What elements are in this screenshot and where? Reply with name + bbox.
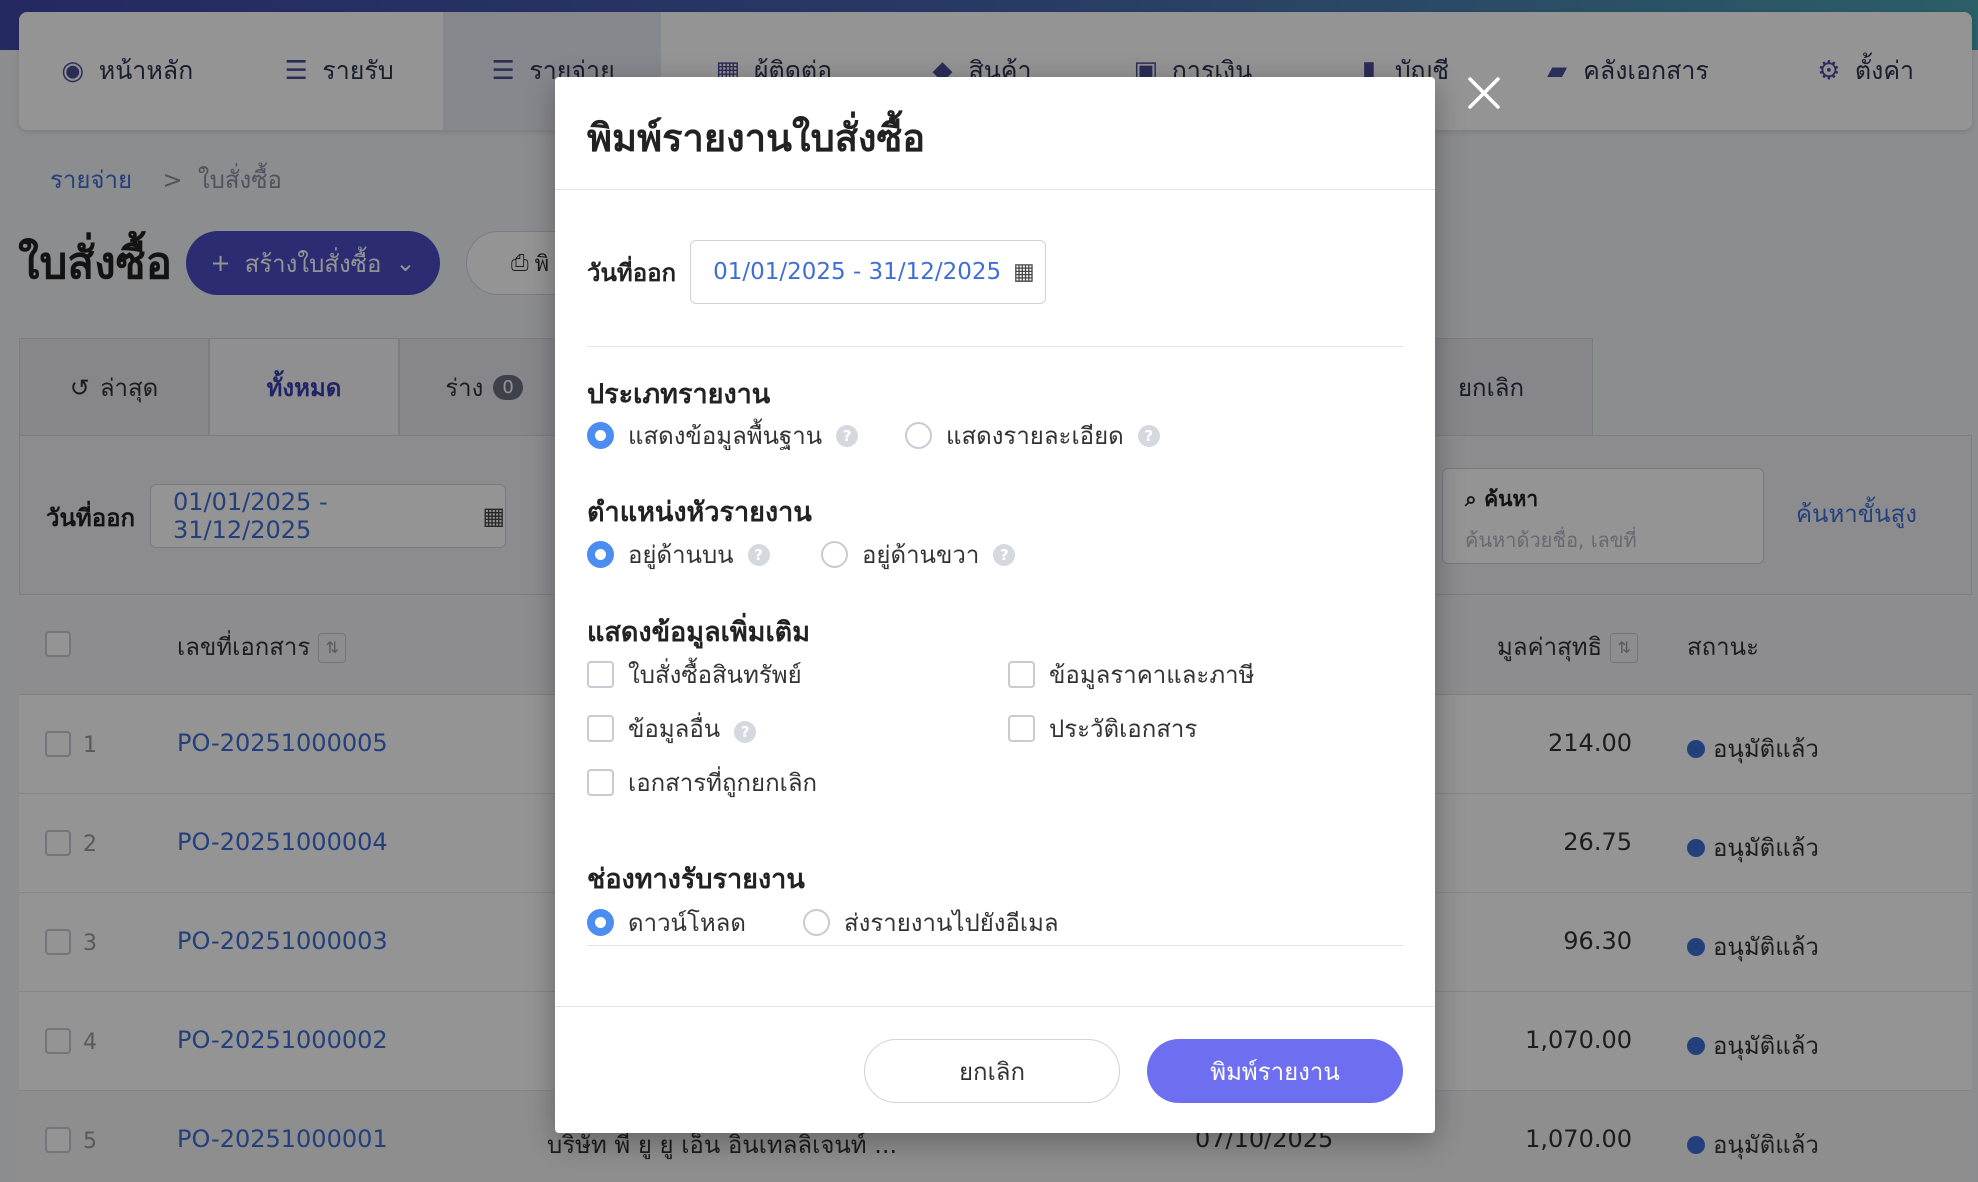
issue-date-label: วันที่ออก [587, 258, 677, 287]
option-label: อยู่ด้านขวา [862, 541, 980, 569]
asset-po-checkbox[interactable]: ใบสั่งซื้อสินทรัพย์ [587, 655, 802, 694]
checkbox[interactable] [1008, 661, 1035, 688]
option-label: ดาวน์โหลด [628, 909, 746, 937]
checkbox[interactable] [587, 715, 614, 742]
option-label: แสดงข้อมูลพื้นฐาน [628, 422, 823, 450]
radio-selected[interactable] [587, 422, 614, 449]
radio-unselected[interactable] [821, 541, 848, 568]
cancel-button[interactable]: ยกเลิก [864, 1039, 1120, 1103]
divider [587, 346, 1403, 347]
checkbox[interactable] [587, 769, 614, 796]
checkbox[interactable] [1008, 715, 1035, 742]
report-type-detail-option[interactable]: แสดงรายละเอียด ? [905, 416, 1160, 455]
download-option[interactable]: ดาวน์โหลด [587, 903, 746, 942]
report-type-title: ประเภทรายงาน [587, 379, 771, 410]
option-label: อยู่ด้านบน [628, 541, 734, 569]
channel-title: ช่องทางรับรายงาน [587, 864, 805, 895]
radio-selected[interactable] [587, 909, 614, 936]
calendar-icon: ▦ [1013, 259, 1035, 285]
help-icon[interactable]: ? [734, 720, 757, 743]
header-position-title: ตำแหน่งหัวรายงาน [587, 497, 812, 528]
checkbox[interactable] [587, 661, 614, 688]
extra-info-title: แสดงข้อมูลเพิ่มเติม [587, 617, 811, 648]
radio-selected[interactable] [587, 541, 614, 568]
option-label: ประวัติเอกสาร [1049, 715, 1198, 743]
other-info-checkbox[interactable]: ข้อมูลอื่น ? [587, 709, 757, 748]
print-report-button[interactable]: พิมพ์รายงาน [1147, 1039, 1403, 1103]
header-top-option[interactable]: อยู่ด้านบน ? [587, 535, 770, 574]
radio-unselected[interactable] [803, 909, 830, 936]
help-icon[interactable]: ? [747, 543, 770, 566]
option-label: ใบสั่งซื้อสินทรัพย์ [628, 661, 802, 689]
dialog-footer: ยกเลิก พิมพ์รายงาน [555, 1007, 1435, 1132]
divider [587, 945, 1403, 946]
email-option[interactable]: ส่งรายงานไปยังอีเมล [803, 903, 1059, 942]
dialog-title: พิมพ์รายงานใบสั่งซื้อ [587, 116, 926, 160]
option-label: ส่งรายงานไปยังอีเมล [844, 909, 1059, 937]
help-icon[interactable]: ? [1137, 424, 1160, 447]
radio-unselected[interactable] [905, 422, 932, 449]
cancelled-docs-checkbox[interactable]: เอกสารที่ถูกยกเลิก [587, 763, 817, 802]
report-type-basic-option[interactable]: แสดงข้อมูลพื้นฐาน ? [587, 416, 859, 455]
dialog-header: พิมพ์รายงานใบสั่งซื้อ [555, 77, 1435, 190]
option-label: ข้อมูลอื่น [628, 715, 721, 743]
help-icon[interactable]: ? [993, 543, 1016, 566]
header-right-option[interactable]: อยู่ด้านขวา ? [821, 535, 1016, 574]
price-tax-checkbox[interactable]: ข้อมูลราคาและภาษี [1008, 655, 1254, 694]
option-label: ข้อมูลราคาและภาษี [1049, 661, 1255, 689]
issue-date-range-input[interactable]: 01/01/2025 - 31/12/2025 ▦ [690, 240, 1047, 304]
issue-date-row: วันที่ออก 01/01/2025 - 31/12/2025 ▦ [587, 240, 1047, 304]
print-report-dialog: พิมพ์รายงานใบสั่งซื้อ วันที่ออก 01/01/20… [555, 77, 1435, 1133]
help-icon[interactable]: ? [836, 424, 859, 447]
close-icon[interactable] [1466, 75, 1502, 111]
option-label: แสดงรายละเอียด [946, 422, 1124, 450]
doc-history-checkbox[interactable]: ประวัติเอกสาร [1008, 709, 1197, 748]
option-label: เอกสารที่ถูกยกเลิก [628, 769, 818, 797]
date-range-value: 01/01/2025 - 31/12/2025 [713, 259, 1002, 285]
